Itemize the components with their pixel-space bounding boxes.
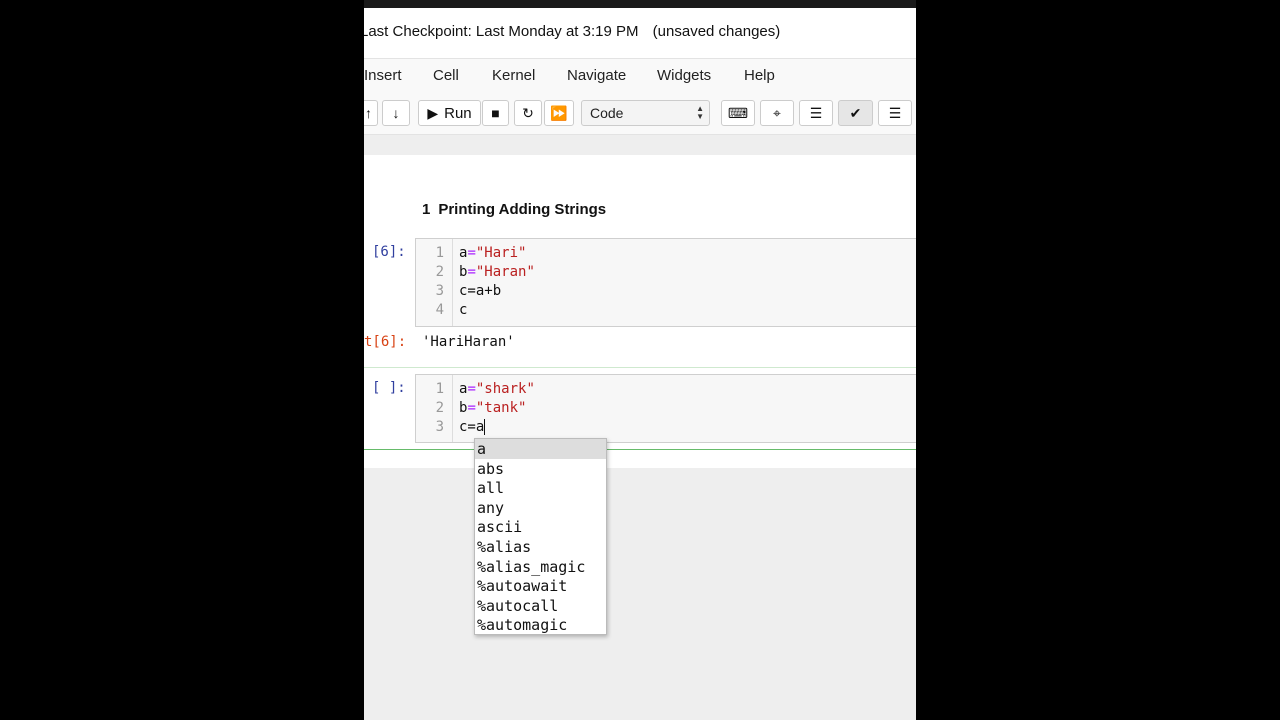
- menu-insert[interactable]: Insert: [364, 67, 402, 84]
- autocomplete-item[interactable]: abs: [475, 459, 606, 479]
- code-text: c=a+b: [459, 282, 501, 301]
- cell-type-select[interactable]: Code ▲ ▼: [581, 100, 710, 126]
- code-text: b="tank": [459, 399, 526, 418]
- cell2-input-prompt: [ ]:: [372, 380, 406, 396]
- cell-separator: [364, 367, 916, 368]
- checkpoint-text: Last Checkpoint: Last Monday at 3:19 PM: [364, 23, 639, 40]
- cell1-input-prompt: [6]:: [372, 244, 406, 260]
- menu-cell[interactable]: Cell: [433, 67, 459, 84]
- section-heading: 1 Printing Adding Strings: [422, 201, 606, 218]
- list-icon: ☰: [888, 105, 902, 121]
- checkpoint-status: Last Checkpoint: Last Monday at 3:19 PM …: [364, 23, 790, 40]
- cell2-code-editor[interactable]: 1 a="shark" 2 b="tank" 3 c=a: [415, 374, 916, 443]
- string-token: "Hari": [475, 245, 527, 261]
- operator-token: =: [467, 264, 476, 280]
- code-line: 2 b="Haran": [416, 263, 916, 282]
- autocomplete-item[interactable]: ascii: [475, 517, 606, 537]
- toolbar: ↑ ↓ ▶ Run ■ ↻ ⏩ Code ▲ ▼ ⌨ ⌖ ☰ ✔ ☰: [364, 92, 916, 135]
- code-token: c=a: [459, 419, 485, 435]
- line-number: 2: [435, 264, 444, 280]
- notebook-container: 1 Printing Adding Strings [6]: 1 a="Hari" 2…: [364, 155, 916, 468]
- move-up-button[interactable]: ↑: [364, 100, 378, 126]
- string-token: "Haran": [475, 264, 535, 280]
- operator-token: =: [467, 245, 476, 261]
- play-icon: ▶: [427, 105, 439, 121]
- cell1-output: 'HariHaran': [422, 334, 515, 350]
- menu-kernel[interactable]: Kernel: [492, 67, 535, 84]
- browser-top-strip: [364, 0, 916, 8]
- spellcheck-button[interactable]: ✔: [838, 100, 873, 126]
- arrow-down-icon: ↓: [392, 105, 400, 121]
- autocomplete-item[interactable]: %alias_magic: [475, 557, 606, 577]
- line-number: 1: [435, 381, 444, 397]
- run-button[interactable]: ▶ Run: [418, 100, 481, 126]
- fast-forward-icon: ⏩: [550, 105, 568, 121]
- code-text: c: [459, 301, 467, 320]
- code-text: b="Haran": [459, 263, 535, 282]
- autocomplete-item[interactable]: %autocall: [475, 596, 606, 616]
- code-line: 1 a="shark": [416, 380, 916, 399]
- line-number: 3: [435, 419, 444, 435]
- autocomplete-item[interactable]: %alias: [475, 537, 606, 557]
- command-palette-button[interactable]: ⌨: [721, 100, 755, 126]
- crosshairs-button[interactable]: ⌖: [760, 100, 794, 126]
- restart-run-all-button[interactable]: ⏩: [544, 100, 574, 126]
- autocomplete-item[interactable]: all: [475, 478, 606, 498]
- unsaved-changes-text: (unsaved changes): [652, 23, 781, 40]
- line-number: 1: [435, 245, 444, 261]
- autocomplete-dropdown[interactable]: a abs all any ascii %alias %alias_magic %autoaw…: [474, 438, 607, 635]
- numbered-list-button[interactable]: ☰: [799, 100, 833, 126]
- code-token: c: [459, 302, 468, 318]
- autocomplete-item[interactable]: any: [475, 498, 606, 518]
- notebook-header: Last Checkpoint: Last Monday at 3:19 PM …: [364, 8, 916, 59]
- spellcheck-icon: ✔: [849, 105, 862, 121]
- table-of-contents-button[interactable]: ☰: [878, 100, 912, 126]
- menu-help[interactable]: Help: [744, 67, 775, 84]
- cell-type-value: Code: [590, 105, 624, 121]
- autocomplete-item[interactable]: %automagic: [475, 615, 606, 634]
- arrow-up-icon: ↑: [365, 105, 372, 121]
- code-line: 2 b="tank": [416, 399, 916, 418]
- keyboard-icon: ⌨: [727, 105, 749, 121]
- active-cell-border: [364, 449, 916, 450]
- crosshairs-icon: ⌖: [773, 105, 781, 121]
- code-line: 3 c=a+b: [416, 282, 916, 301]
- autocomplete-item[interactable]: a: [475, 439, 606, 459]
- select-arrows-icon: ▲ ▼: [696, 104, 704, 121]
- refresh-icon: ↻: [522, 105, 534, 121]
- heading-number: 1: [422, 201, 431, 218]
- stop-icon: ■: [491, 105, 500, 121]
- code-text: a="Hari": [459, 244, 526, 263]
- line-number: 2: [435, 400, 444, 416]
- list-ol-icon: ☰: [809, 105, 823, 121]
- string-token: "shark": [475, 381, 535, 397]
- restart-button[interactable]: ↻: [514, 100, 542, 126]
- menu-widgets[interactable]: Widgets: [657, 67, 711, 84]
- menu-bar: Insert Cell Kernel Navigate Widgets Help: [364, 59, 916, 92]
- run-label: Run: [444, 104, 472, 122]
- code-line: 4c: [416, 301, 916, 320]
- code-line: 3 c=a: [416, 418, 916, 437]
- line-number: 3: [435, 283, 444, 299]
- move-down-button[interactable]: ↓: [382, 100, 410, 126]
- menu-navigate[interactable]: Navigate: [567, 67, 626, 84]
- line-number: 4: [435, 302, 444, 318]
- code-text: a="shark": [459, 380, 535, 399]
- code-text: c=a: [459, 418, 484, 437]
- heading-text: Printing Adding Strings: [438, 201, 607, 218]
- code-token: c=a+b: [459, 283, 502, 299]
- operator-token: =: [467, 400, 476, 416]
- code-line: 1 a="Hari": [416, 244, 916, 263]
- interrupt-button[interactable]: ■: [482, 100, 509, 126]
- operator-token: =: [467, 381, 476, 397]
- notebook-window: Last Checkpoint: Last Monday at 3:19 PM …: [364, 0, 916, 720]
- string-token: "tank": [475, 400, 527, 416]
- autocomplete-item[interactable]: %autoawait: [475, 576, 606, 596]
- cell1-output-prompt: t[6]:: [364, 334, 407, 350]
- cell1-code-editor[interactable]: 1 a="Hari" 2 b="Haran" 3 c=a+b 4 c: [415, 238, 916, 327]
